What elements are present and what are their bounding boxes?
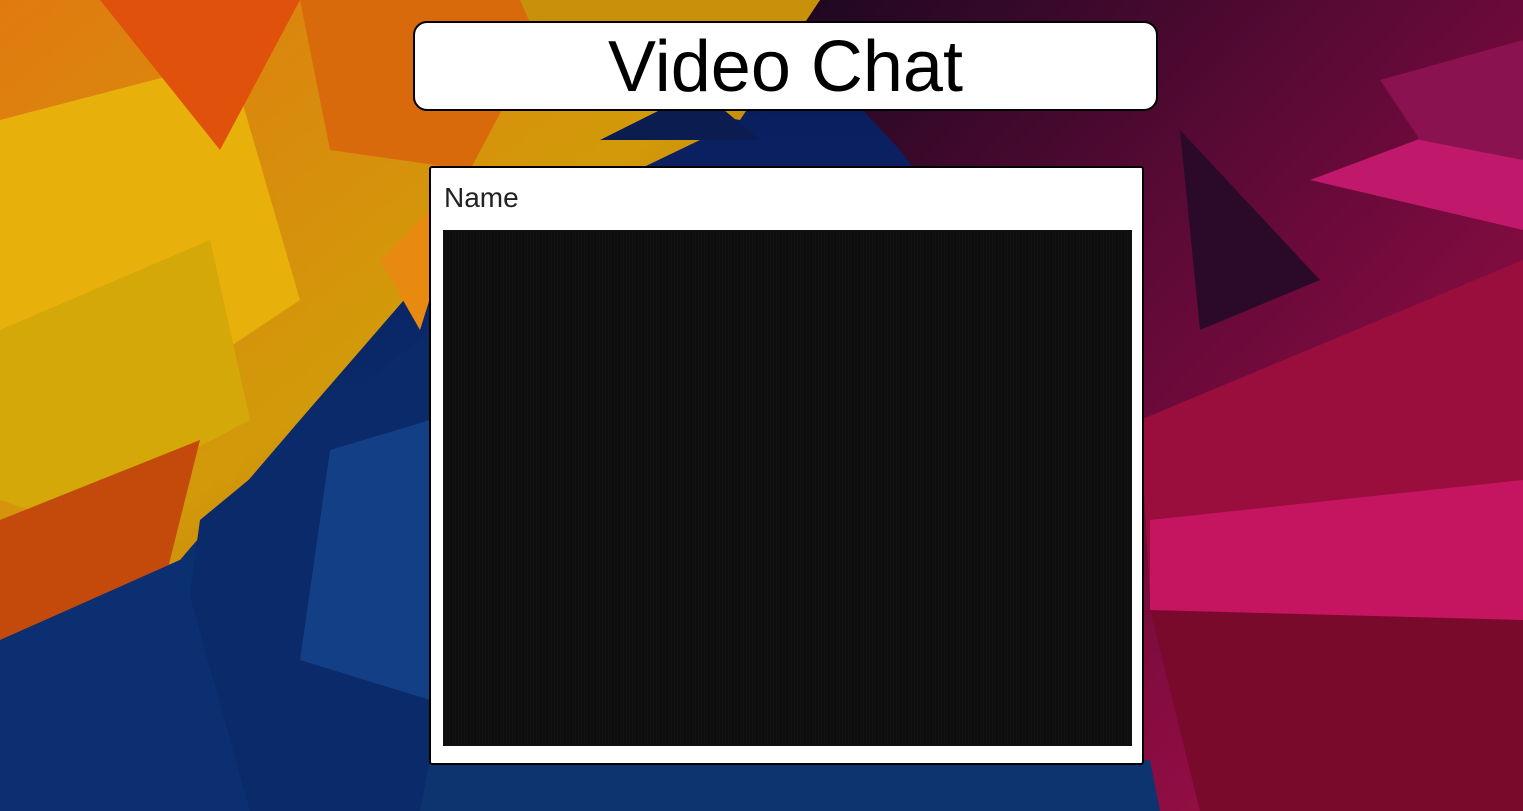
participant-name-label: Name [444, 182, 519, 213]
page-title: Video Chat [608, 27, 963, 107]
video-tile: Name [429, 166, 1144, 765]
page-title-box: Video Chat [413, 21, 1158, 111]
video-feed[interactable] [443, 230, 1132, 746]
